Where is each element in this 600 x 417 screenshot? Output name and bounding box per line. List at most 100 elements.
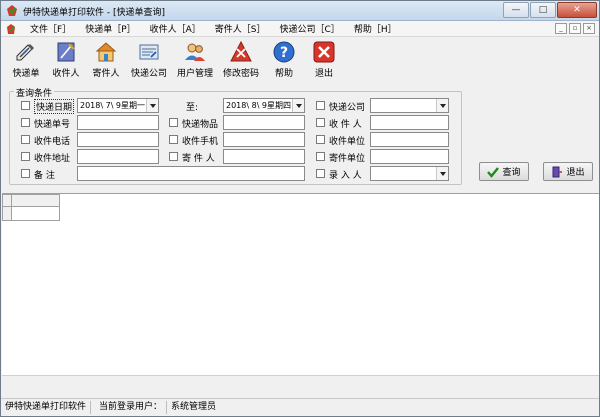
query-conditions-group: 查询条件 快递日期 2018\ 7\ 9星期一 至: 2018\ 8\ 9星期四… [9, 86, 463, 185]
close-button[interactable]: ✕ [557, 2, 597, 18]
query-row-3: 收件电话 收件手机 收件单位 [10, 132, 463, 147]
remark-checkbox[interactable] [21, 169, 30, 178]
sender-checkbox[interactable] [169, 152, 178, 161]
mdi-restore-button[interactable]: ▫ [569, 23, 581, 34]
tool-express-bill[interactable]: 快递单 [7, 38, 45, 82]
recv-phone-input[interactable] [77, 132, 159, 147]
date-to-label: 至: [186, 103, 199, 113]
bill-no-input[interactable] [77, 115, 159, 130]
goods-checkbox[interactable] [169, 118, 178, 127]
recv-addr-label: 收件地址 [34, 154, 71, 164]
mdi-minimize-button[interactable]: _ [555, 23, 567, 34]
tool-label: 收件人 [52, 69, 80, 79]
entered-by-select[interactable] [370, 166, 449, 181]
recv-addr-input[interactable] [77, 149, 159, 164]
chevron-down-icon[interactable] [292, 99, 304, 112]
date-from-value: 2018\ 7\ 9星期一 [80, 101, 146, 110]
date-to-picker[interactable]: 2018\ 8\ 9星期四 [223, 98, 305, 113]
grid-cell[interactable] [11, 206, 60, 221]
courier-select[interactable] [370, 98, 449, 113]
sender-house-icon [95, 42, 117, 62]
tool-user-management[interactable]: 用户管理 [173, 38, 217, 82]
express-bill-icon [16, 44, 34, 61]
tool-change-password[interactable]: 修改密码 [219, 38, 263, 82]
app-logo-icon [7, 5, 17, 16]
exit-button[interactable]: 退出 [543, 162, 593, 181]
change-password-icon [230, 40, 252, 62]
recipient-input[interactable] [370, 115, 449, 130]
sender-label: 寄 件 人 [182, 154, 215, 164]
status-bar: 伊特快递单打印软件 当前登录用户： 系统管理员 [1, 398, 599, 416]
recv-mobile-label: 收件手机 [182, 137, 219, 147]
date-label: 快递日期 [34, 99, 75, 114]
chevron-down-icon[interactable] [146, 99, 158, 112]
menu-express-bill[interactable]: 快递单［P］ [78, 22, 142, 35]
tool-courier-company[interactable]: 快递公司 [127, 38, 171, 82]
exit-icon [313, 41, 335, 63]
menu-courier[interactable]: 快递公司［C］ [273, 22, 347, 35]
courier-checkbox[interactable] [316, 101, 325, 110]
tool-label: 帮助 [274, 69, 293, 79]
recv-unit-label: 收件单位 [329, 137, 366, 147]
sender-input[interactable] [223, 149, 305, 164]
title-bar: 伊特快递单打印软件 - [快递单查询] — □ ✕ [1, 1, 599, 21]
recipient-icon [57, 42, 75, 62]
menu-sender[interactable]: 寄件人［S］ [208, 22, 273, 35]
chevron-down-icon[interactable] [436, 99, 448, 112]
menu-help[interactable]: 帮助［H］ [347, 22, 404, 35]
status-user-label: 当前登录用户： [99, 402, 163, 412]
minimize-button[interactable]: — [503, 2, 529, 18]
toolbar: 快递单 收件人 寄件人 快递公司 用户管理 修改密码 ? 帮助 退出 [1, 38, 599, 82]
svg-text:?: ? [280, 45, 288, 61]
courier-company-icon [139, 44, 159, 60]
remark-input[interactable] [77, 166, 305, 181]
recipient-checkbox[interactable] [316, 118, 325, 127]
user-management-icon [185, 43, 205, 61]
status-user-name: 系统管理员 [166, 401, 220, 414]
entered-by-checkbox[interactable] [316, 169, 325, 178]
recv-addr-checkbox[interactable] [21, 152, 30, 161]
tool-label: 退出 [314, 69, 333, 79]
query-row-5: 备 注 录 入 人 [10, 166, 463, 181]
date-from-picker[interactable]: 2018\ 7\ 9星期一 [77, 98, 159, 113]
status-app-name: 伊特快递单打印软件 [1, 401, 92, 414]
tool-recipient[interactable]: 收件人 [47, 38, 85, 82]
recv-unit-checkbox[interactable] [316, 135, 325, 144]
recv-mobile-checkbox[interactable] [169, 135, 178, 144]
search-button-label: 查询 [502, 168, 521, 178]
tool-help[interactable]: ? 帮助 [265, 38, 303, 82]
tool-label: 用户管理 [176, 69, 213, 79]
mdi-doc-icon[interactable] [5, 23, 17, 35]
entered-by-label: 录 入 人 [329, 171, 362, 181]
tool-sender[interactable]: 寄件人 [87, 38, 125, 82]
send-unit-checkbox[interactable] [316, 152, 325, 161]
recv-unit-input[interactable] [370, 132, 449, 147]
send-unit-input[interactable] [370, 149, 449, 164]
recv-phone-checkbox[interactable] [21, 135, 30, 144]
tool-label: 快递单 [12, 69, 40, 79]
recipient-label: 收 件 人 [329, 120, 362, 130]
bill-no-checkbox[interactable] [21, 118, 30, 127]
horizontal-scroll-area [2, 375, 599, 397]
date-checkbox[interactable] [21, 101, 30, 110]
courier-label: 快递公司 [329, 103, 366, 113]
goods-input[interactable] [223, 115, 305, 130]
results-grid[interactable] [2, 193, 599, 375]
maximize-button[interactable]: □ [530, 2, 556, 18]
goods-label: 快递物品 [182, 120, 219, 130]
menu-recipient[interactable]: 收件人［A］ [143, 22, 208, 35]
menu-bar: 文件［F］ 快递单［P］ 收件人［A］ 寄件人［S］ 快递公司［C］ 帮助［H］… [1, 21, 599, 37]
recv-phone-label: 收件电话 [34, 137, 71, 147]
mdi-close-button[interactable]: × [583, 23, 595, 34]
date-to-value: 2018\ 8\ 9星期四 [226, 101, 292, 110]
query-row-date: 快递日期 2018\ 7\ 9星期一 至: 2018\ 8\ 9星期四 快递公司 [10, 98, 463, 114]
tool-label: 修改密码 [222, 69, 259, 79]
door-exit-icon [552, 166, 563, 177]
exit-button-label: 退出 [566, 168, 585, 178]
tool-exit[interactable]: 退出 [305, 38, 343, 82]
main-window: 伊特快递单打印软件 - [快递单查询] — □ ✕ 文件［F］ 快递单［P］ 收… [0, 0, 600, 417]
menu-file[interactable]: 文件［F］ [23, 22, 78, 35]
search-button[interactable]: 查询 [479, 162, 529, 181]
chevron-down-icon[interactable] [436, 167, 448, 180]
recv-mobile-input[interactable] [223, 132, 305, 147]
